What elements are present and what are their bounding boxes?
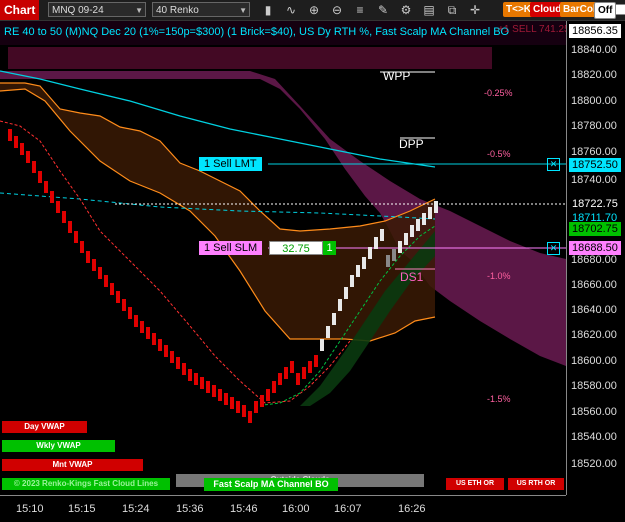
template-icon[interactable]: ▤ <box>421 2 437 18</box>
top-price-label: 18856.35 <box>569 24 621 38</box>
zoom-out-icon[interactable]: ⊖ <box>329 2 345 18</box>
time-tick: 15:15 <box>68 503 96 515</box>
mnt-vwap-button[interactable]: Mnt VWAP <box>2 459 143 471</box>
bar-chart-icon[interactable]: ▮ <box>260 2 276 18</box>
sell-slm-price-label: 18688.50 <box>569 241 621 255</box>
slm-price-offset-box[interactable]: 32.75 <box>269 241 323 255</box>
pct-label-m025: -0.25% <box>484 88 513 98</box>
barcol-button[interactable]: BarCol <box>560 2 599 17</box>
faint-order-label: +1 SELL 741.25 <box>498 24 570 35</box>
time-tick: 15:46 <box>230 503 258 515</box>
pct-label-m15: -1.5% <box>487 394 511 404</box>
ds1-label: DS1 <box>400 270 424 284</box>
us-rth-or-button[interactable]: US RTH OR <box>508 478 564 490</box>
cancel-sell-lmt-icon[interactable]: ✕ <box>547 158 560 171</box>
wpp-zone <box>8 47 492 69</box>
price-tick: 18660.00 <box>571 279 617 291</box>
strategy-icon[interactable]: ⚙ <box>398 2 414 18</box>
time-tick: 15:24 <box>122 503 150 515</box>
pct-label-m05: -0.5% <box>487 149 511 159</box>
off-toggle[interactable]: Off <box>594 2 617 19</box>
day-vwap-button[interactable]: Day VWAP <box>2 421 87 433</box>
price-tick: 18800.00 <box>571 95 617 107</box>
price-tick: 18740.00 <box>571 174 617 186</box>
sell-lmt-order-label[interactable]: 1 Sell LMT <box>199 157 262 171</box>
price-tick: 18540.00 <box>571 431 617 443</box>
properties-icon[interactable]: ≡ <box>352 2 368 18</box>
price-tick: 18580.00 <box>571 380 617 392</box>
time-tick: 16:26 <box>398 503 426 515</box>
bar-type-value: 40 Renko <box>156 5 199 16</box>
renko-footer-bar: © 2023 Renko-Kings Fast Cloud Lines <box>2 478 170 490</box>
draw-icon[interactable]: ✎ <box>375 2 391 18</box>
sell-lmt-price-label: 18752.50 <box>569 158 621 172</box>
toggle-checkbox[interactable] <box>615 4 625 15</box>
instrument-select[interactable]: MNQ 09-24 ▼ <box>48 2 146 17</box>
instrument-value: MNQ 09-24 <box>52 5 104 16</box>
bar-type-select[interactable]: 40 Renko ▼ <box>152 2 250 17</box>
chart-menu-button[interactable]: Chart <box>0 0 40 20</box>
price-tick: 18560.00 <box>571 406 617 418</box>
price-tick: 18840.00 <box>571 44 617 56</box>
time-tick: 15:36 <box>176 503 204 515</box>
chart-title: RE 40 to 50 (M)NQ Dec 20 (1%=150p=$300) … <box>4 26 510 38</box>
time-tick: 15:10 <box>16 503 44 515</box>
crosshair-icon[interactable]: ✛ <box>467 2 483 18</box>
dpp-label: DPP <box>399 137 424 151</box>
price-tick: 18600.00 <box>571 355 617 367</box>
renko-footer-text: © 2023 Renko-Kings Fast Cloud Lines <box>13 479 159 488</box>
time-axis[interactable]: 15:10 15:15 15:24 15:36 15:46 16:00 16:0… <box>0 495 566 522</box>
attach-icon[interactable]: ⧉ <box>444 2 460 18</box>
time-tick: 16:00 <box>282 503 310 515</box>
sell-slm-order-label[interactable]: 1 Sell SLM <box>199 241 263 255</box>
fast-scalp-button[interactable]: Fast Scalp MA Channel BO <box>204 478 338 491</box>
chevron-down-icon: ▼ <box>239 6 247 15</box>
time-tick: 16:07 <box>334 503 362 515</box>
green-line-price-label: 18702.75 <box>569 222 621 236</box>
indicator-icon[interactable]: ∿ <box>283 2 299 18</box>
us-eth-or-button[interactable]: US ETH OR <box>446 478 504 490</box>
slm-quantity-box[interactable]: 1 <box>323 241 336 255</box>
price-axis[interactable]: 18856.35 18840.00 18820.00 18800.00 1878… <box>566 21 625 495</box>
last-price-label: 18722.75 <box>569 197 621 211</box>
price-tick: 18760.00 <box>571 146 617 158</box>
price-tick: 18520.00 <box>571 458 617 470</box>
cancel-sell-slm-icon[interactable]: ✕ <box>547 242 560 255</box>
wpp-label: WPP <box>383 69 411 83</box>
price-tick: 18620.00 <box>571 329 617 341</box>
price-tick: 18680.00 <box>571 254 617 266</box>
wkly-vwap-button[interactable]: Wkly VWAP <box>2 440 115 452</box>
price-tick: 18640.00 <box>571 304 617 316</box>
chevron-down-icon: ▼ <box>135 6 143 15</box>
pct-label-m10: -1.0% <box>487 271 511 281</box>
price-tick: 18780.00 <box>571 120 617 132</box>
toolbar: Chart MNQ 09-24 ▼ 40 Renko ▼ ▮ ∿ ⊕ ⊖ ≡ ✎… <box>0 0 625 21</box>
price-tick: 18820.00 <box>571 69 617 81</box>
zoom-in-icon[interactable]: ⊕ <box>306 2 322 18</box>
